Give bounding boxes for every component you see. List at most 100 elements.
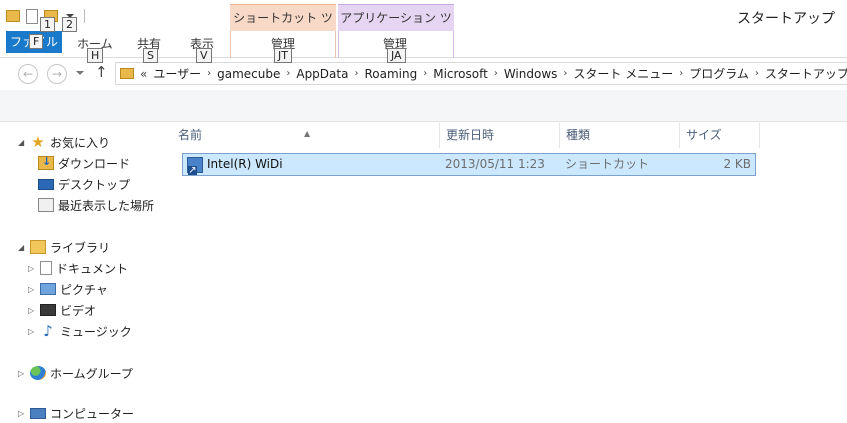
column-header-modified-label: 更新日時 bbox=[446, 128, 495, 142]
back-arrow-icon[interactable]: ← bbox=[18, 64, 38, 84]
file-size: 2 KB bbox=[723, 157, 751, 171]
breadcrumb-chevron-icon[interactable]: › bbox=[207, 68, 217, 79]
collapsed-triangle-icon[interactable]: ▷ bbox=[18, 369, 28, 378]
collapsed-triangle-icon[interactable]: ▷ bbox=[28, 327, 38, 336]
context-tab-application-tools: アプリケーション ツール bbox=[338, 4, 454, 52]
collapsed-triangle-icon[interactable]: ▷ bbox=[18, 409, 28, 418]
keytip-home: H bbox=[87, 48, 104, 63]
video-icon bbox=[40, 304, 56, 316]
breadcrumb-programs[interactable]: プログラム bbox=[689, 65, 755, 82]
document-icon bbox=[40, 261, 52, 275]
expanded-triangle-icon[interactable]: ◢ bbox=[18, 138, 28, 147]
breadcrumb-overflow[interactable]: « bbox=[140, 67, 153, 81]
breadcrumb-microsoft[interactable]: Microsoft bbox=[433, 67, 494, 81]
breadcrumb-chevron-icon[interactable]: › bbox=[563, 68, 573, 79]
folder-icon bbox=[120, 68, 134, 79]
collapsed-triangle-icon[interactable]: ▷ bbox=[28, 306, 38, 315]
breadcrumb-roaming[interactable]: Roaming bbox=[364, 67, 423, 81]
shortcut-icon bbox=[187, 156, 203, 175]
nav-homegroup-label: ホームグループ bbox=[50, 366, 133, 381]
navigation-pane: ◢ ★ お気に入り ダウンロード デスクトップ 最近表示した場所 ◢ ライブラリ… bbox=[0, 123, 172, 421]
star-icon: ★ bbox=[31, 133, 45, 151]
breadcrumb-startup[interactable]: スタートアップ bbox=[765, 65, 847, 82]
nav-item-videos[interactable]: ▷ ビデオ bbox=[28, 300, 96, 320]
nav-item-desktop[interactable]: デスクトップ bbox=[38, 174, 130, 194]
nav-item-label: ダウンロード bbox=[58, 156, 131, 171]
breadcrumb-users[interactable]: ユーザー bbox=[153, 65, 207, 82]
desktop-icon bbox=[38, 178, 54, 190]
collapsed-triangle-icon[interactable]: ▷ bbox=[28, 285, 38, 294]
keytip-qat-2: 2 bbox=[62, 17, 77, 32]
file-type: ショートカット bbox=[565, 157, 650, 171]
window-title: スタートアップ bbox=[737, 11, 835, 27]
nav-item-label: ミュージック bbox=[60, 324, 132, 339]
column-header-type-label: 種類 bbox=[566, 128, 591, 142]
column-header-type[interactable]: 種類 bbox=[560, 123, 680, 148]
keytip-file: F bbox=[29, 34, 44, 49]
nav-homegroup[interactable]: ▷ ホームグループ bbox=[18, 363, 133, 383]
nav-computer[interactable]: ▷ コンピューター bbox=[18, 403, 134, 423]
sort-ascending-icon: ▲ bbox=[304, 129, 311, 138]
keytip-manage-shortcut: JT bbox=[274, 48, 292, 63]
music-note-icon: ♪ bbox=[43, 322, 53, 340]
navigation-bar: ← → ↑ « ユーザー › gamecube › AppData › Roam… bbox=[0, 58, 847, 90]
homegroup-icon bbox=[30, 366, 46, 380]
library-icon bbox=[30, 240, 46, 254]
file-row[interactable]: Intel(R) WiDi 2013/05/11 1:23 ショートカット 2 … bbox=[182, 153, 756, 176]
keytip-manage-application: JA bbox=[387, 48, 406, 63]
forward-arrow-icon[interactable]: → bbox=[47, 64, 67, 84]
nav-libraries[interactable]: ◢ ライブラリ bbox=[18, 237, 110, 257]
file-modified: 2013/05/11 1:23 bbox=[445, 157, 545, 171]
nav-item-label: ピクチャ bbox=[60, 282, 108, 297]
breadcrumb-chevron-icon[interactable]: › bbox=[286, 68, 296, 79]
properties-icon[interactable] bbox=[26, 8, 38, 24]
nav-item-label: 最近表示した場所 bbox=[58, 198, 155, 213]
breadcrumb-chevron-icon[interactable]: › bbox=[494, 68, 504, 79]
column-header-modified[interactable]: 更新日時 bbox=[440, 123, 560, 148]
up-arrow-icon[interactable]: ↑ bbox=[95, 63, 108, 81]
nav-item-documents[interactable]: ▷ ドキュメント bbox=[28, 258, 128, 278]
breadcrumb-chevron-icon[interactable]: › bbox=[679, 68, 689, 79]
keytip-share: S bbox=[143, 48, 158, 63]
nav-item-pictures[interactable]: ▷ ピクチャ bbox=[28, 279, 108, 299]
nav-computer-label: コンピューター bbox=[50, 406, 135, 421]
recent-places-icon bbox=[38, 198, 54, 212]
downloads-folder-icon bbox=[38, 155, 54, 170]
file-name: Intel(R) WiDi bbox=[207, 157, 283, 171]
nav-item-recent-places[interactable]: 最近表示した場所 bbox=[38, 195, 154, 215]
breadcrumb-chevron-icon[interactable]: › bbox=[755, 68, 765, 79]
keytip-qat-1: 1 bbox=[40, 17, 55, 32]
recent-locations-chevron-icon[interactable] bbox=[76, 71, 84, 75]
column-header-size-label: サイズ bbox=[686, 128, 722, 142]
keytip-view: V bbox=[196, 48, 212, 63]
expanded-triangle-icon[interactable]: ◢ bbox=[18, 243, 28, 252]
collapsed-triangle-icon[interactable]: ▷ bbox=[28, 264, 38, 273]
breadcrumb-chevron-icon[interactable]: › bbox=[423, 68, 433, 79]
picture-icon bbox=[40, 283, 56, 295]
file-list: 名前 ▲ 更新日時 種類 サイズ Intel(R) WiDi 2013/05/1… bbox=[172, 123, 847, 415]
breadcrumb-windows[interactable]: Windows bbox=[504, 67, 564, 81]
qat-separator bbox=[84, 9, 85, 23]
breadcrumb-start-menu[interactable]: スタート メニュー bbox=[573, 65, 679, 82]
command-strip bbox=[0, 90, 847, 122]
nav-favorites-label: お気に入り bbox=[50, 135, 111, 150]
context-tab-shortcut-tools: ショートカット ツール bbox=[230, 4, 336, 52]
column-header-size[interactable]: サイズ bbox=[680, 123, 760, 148]
breadcrumb-chevron-icon[interactable]: › bbox=[354, 68, 364, 79]
nav-favorites[interactable]: ◢ ★ お気に入り bbox=[18, 132, 110, 152]
nav-item-label: ドキュメント bbox=[56, 261, 129, 276]
breadcrumb-gamecube[interactable]: gamecube bbox=[217, 67, 286, 81]
file-name-cell: Intel(R) WiDi bbox=[187, 154, 283, 175]
folder-icon bbox=[6, 10, 20, 22]
breadcrumb-appdata[interactable]: AppData bbox=[296, 67, 354, 81]
nav-libraries-label: ライブラリ bbox=[50, 240, 111, 255]
ribbon-tab-strip: ファイル ホーム 共有 表示 管理 管理 F H S V JT JA bbox=[0, 31, 847, 63]
column-header-name[interactable]: 名前 ▲ bbox=[172, 123, 440, 148]
nav-item-downloads[interactable]: ダウンロード bbox=[38, 153, 130, 173]
nav-item-label: ビデオ bbox=[60, 303, 97, 318]
column-header-name-label: 名前 bbox=[178, 128, 203, 142]
title-bar: 1 2 ショートカット ツール アプリケーション ツール スタートアップ bbox=[0, 0, 847, 52]
nav-item-music[interactable]: ▷ ♪ ミュージック bbox=[28, 321, 132, 341]
address-bar[interactable]: « ユーザー › gamecube › AppData › Roaming › … bbox=[115, 62, 847, 85]
nav-item-label: デスクトップ bbox=[58, 177, 131, 192]
